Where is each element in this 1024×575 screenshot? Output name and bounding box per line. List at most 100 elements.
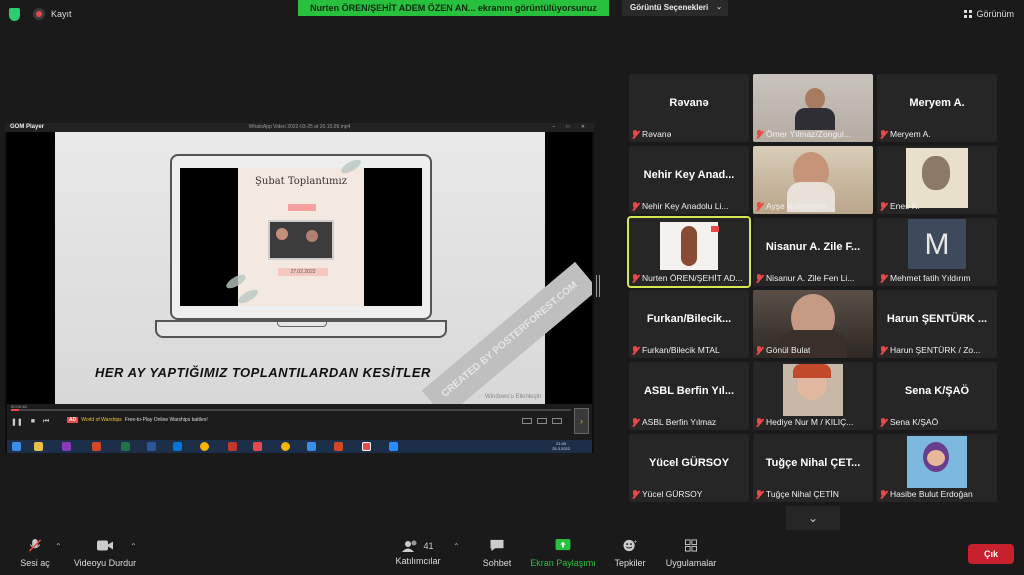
participant-name: Yücel GÜRSOY — [642, 489, 703, 499]
chrome-icon[interactable] — [281, 442, 290, 451]
gom-player-titlebar: GOM Player WhatsApp Video 2022-03-25 at … — [5, 123, 594, 132]
option-button[interactable] — [552, 418, 562, 424]
excel-icon[interactable] — [121, 442, 130, 451]
participant-tile[interactable]: Ayşe Kahraman — [753, 146, 873, 214]
leave-button[interactable]: Çık — [968, 544, 1014, 564]
stop-video-label: Videoyu Durdur — [73, 558, 137, 568]
option-button[interactable] — [522, 418, 532, 424]
seek-progress — [11, 409, 19, 411]
participant-tile[interactable]: Enes K. — [877, 146, 997, 214]
app-icon[interactable] — [307, 442, 316, 451]
watermark-ribbon: CREATED BY POSTERFOREST.COM — [421, 261, 592, 404]
app-icon[interactable] — [253, 442, 262, 451]
participant-display-name: Yücel GÜRSOY — [648, 457, 730, 469]
zoom-icon[interactable] — [389, 442, 398, 451]
apps-button[interactable]: Uygulamalar — [664, 539, 718, 568]
mic-muted-icon — [879, 489, 887, 499]
svg-text:+: + — [634, 540, 637, 546]
video-options-caret[interactable]: ⌃ — [130, 542, 137, 551]
ad-banner[interactable]: AD World of Warships Free-to-Play Online… — [67, 417, 208, 423]
participant-label: Ömer Yılmaz/Zongul... — [755, 129, 851, 139]
participant-name: Enes K. — [890, 201, 920, 211]
smiley-icon: + — [623, 540, 637, 552]
participant-tile[interactable]: M Mehmet fatih Yıldırım — [877, 218, 997, 286]
participant-label: Harun ŞENTÜRK / Zo... — [879, 345, 980, 355]
stop-video-button[interactable]: Videoyu Durdur — [72, 539, 138, 568]
mic-muted-icon — [28, 539, 42, 552]
video-file-name: WhatsApp Video 2022-03-25 at 20.15.09.mp… — [248, 124, 351, 130]
participant-tile[interactable]: Nurten ÖREN/ŞEHİT AD... — [627, 216, 751, 288]
seek-bar[interactable] — [11, 409, 571, 411]
participant-tile[interactable]: Hasibe Bulut Erdoğan — [877, 434, 997, 502]
player-option-buttons — [522, 418, 562, 424]
playback-buttons: ❚❚ ■ ⏮ — [11, 418, 49, 426]
participant-tile[interactable]: Rəvanə Rəvanə — [629, 74, 749, 142]
powerpoint-icon[interactable] — [92, 442, 101, 451]
mic-muted-icon — [631, 417, 639, 427]
record-icon — [33, 8, 45, 20]
word-icon[interactable] — [147, 442, 156, 451]
poster-title: Şubat Toplantımız — [255, 176, 347, 187]
next-arrow-button[interactable]: › — [574, 408, 589, 434]
prev-icon[interactable]: ⏮ — [43, 418, 49, 426]
taskbar-clock: 21:00 25.3.2022 — [552, 441, 570, 451]
participant-display-name: Nehir Key Anad... — [643, 169, 735, 181]
screen-share-banner: Nurten ÖREN/ŞEHİT ADEM ÖZEN AN... ekranı… — [298, 0, 609, 16]
chat-button[interactable]: Sohbet — [480, 539, 514, 568]
participant-name: Ayşe Kahraman — [766, 201, 827, 211]
audio-options-caret[interactable]: ⌃ — [55, 542, 62, 551]
pause-icon[interactable]: ❚❚ — [11, 418, 23, 426]
ad-text: Free-to-Play Online Warships battles! — [124, 417, 208, 423]
participant-tile[interactable]: Sena K/ŞAÖ Sena K/ŞAÖ — [877, 362, 997, 430]
participant-tile[interactable]: Harun ŞENTÜRK ... Harun ŞENTÜRK / Zo... — [877, 290, 997, 358]
share-screen-button[interactable]: Ekran Paylaşımı — [530, 539, 596, 568]
chat-label: Sohbet — [482, 558, 512, 568]
participant-name: Rəvanə — [642, 129, 672, 139]
outlook-icon[interactable] — [173, 442, 182, 451]
participant-label: Enes K. — [879, 201, 920, 211]
participant-tile[interactable]: Meryem A. Meryem A. — [877, 74, 997, 142]
participants-options-caret[interactable]: ⌃ — [453, 542, 460, 551]
laptop-base — [155, 320, 447, 338]
window-buttons: – □ ✕ — [552, 124, 590, 130]
participant-tile[interactable]: Yücel GÜRSOY Yücel GÜRSOY — [629, 434, 749, 502]
participant-label: ASBL Berfin Yılmaz — [631, 417, 716, 427]
participant-tile[interactable]: Nehir Key Anad... Nehir Key Anadolu Li... — [629, 146, 749, 214]
app-icon[interactable] — [228, 442, 237, 451]
unmute-button[interactable]: Sesi aç — [20, 539, 50, 568]
participant-tile[interactable]: Hediye Nur M / KILIÇ... — [753, 362, 873, 430]
view-button[interactable]: Görünüm — [964, 9, 1014, 19]
windows-start-icon[interactable] — [12, 442, 21, 451]
shared-screen[interactable]: GOM Player WhatsApp Video 2022-03-25 at … — [5, 123, 594, 453]
participant-name: Nehir Key Anadolu Li... — [642, 201, 729, 211]
reactions-label: Tepkiler — [614, 558, 646, 568]
gallery-next-page-button[interactable]: ⌄ — [786, 506, 840, 530]
stop-icon[interactable]: ■ — [31, 418, 35, 426]
reactions-button[interactable]: + Tepkiler — [612, 539, 648, 568]
onenote-icon[interactable] — [62, 442, 71, 451]
video-camera-icon — [97, 540, 113, 551]
recording-indicator[interactable]: Kayıt — [33, 8, 72, 20]
windows-taskbar: 21:00 25.3.2022 — [7, 440, 592, 453]
chrome-icon[interactable] — [200, 442, 209, 451]
option-button[interactable] — [537, 418, 547, 424]
participant-label: Nurten ÖREN/ŞEHİT AD... — [631, 273, 742, 283]
participant-tile[interactable]: Nisanur A. Zile F... Nisanur A. Zile Fen … — [753, 218, 873, 286]
slide-caption: HER AY YAPTIĞIMIZ TOPLANTILARDAN KESİTLE… — [95, 365, 431, 380]
participant-tile[interactable]: Furkan/Bilecik... Furkan/Bilecik MTAL — [629, 290, 749, 358]
participant-tile[interactable]: Gönül Bulat — [753, 290, 873, 358]
participants-button[interactable]: 41 Katılımcılar — [394, 539, 442, 566]
app-icon[interactable] — [362, 442, 371, 451]
folder-icon[interactable] — [34, 442, 43, 451]
participant-tile[interactable]: Ömer Yılmaz/Zongul... — [753, 74, 873, 142]
ad-game: World of Warships — [81, 417, 122, 423]
participant-tile[interactable]: Tuğçe Nihal ÇET... Tuğçe Nihal ÇETİN — [753, 434, 873, 502]
view-options-dropdown[interactable]: Görüntü Seçenekleri ⌄ — [622, 0, 728, 16]
splitter-handle[interactable] — [596, 275, 600, 297]
security-shield-icon[interactable] — [9, 8, 20, 21]
participant-name: Gönül Bulat — [766, 345, 811, 355]
view-label: Görünüm — [976, 9, 1014, 19]
app-icon[interactable] — [334, 442, 343, 451]
participant-tile[interactable]: ASBL Berfin Yıl... ASBL Berfin Yılmaz — [629, 362, 749, 430]
participant-name: Furkan/Bilecik MTAL — [642, 345, 720, 355]
